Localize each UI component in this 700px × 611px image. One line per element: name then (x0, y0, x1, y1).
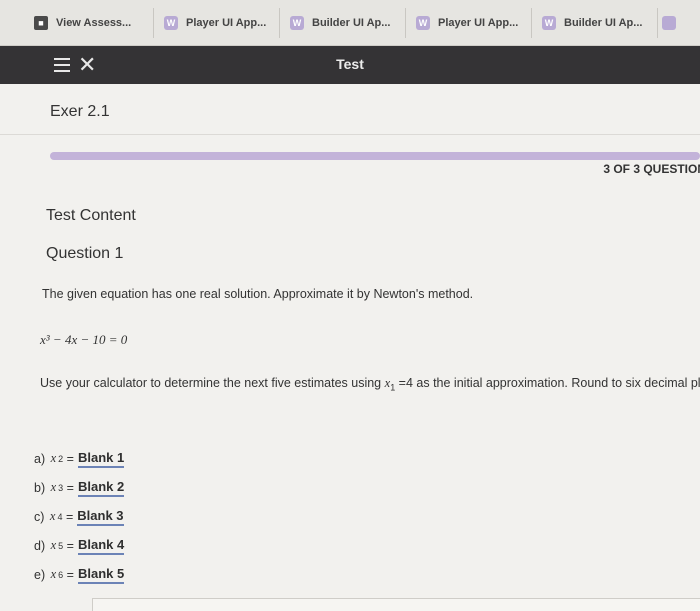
answer-eq: = (66, 538, 74, 553)
question-instruction: Use your calculator to determine the nex… (40, 369, 700, 402)
divider (0, 134, 700, 135)
question-counter: 3 OF 3 QUESTION (603, 162, 700, 176)
answer-subscript: 6 (58, 569, 64, 580)
progress-bar (50, 152, 700, 160)
w-icon: W (542, 15, 556, 30)
breadcrumb: Exer 2.1 (50, 103, 110, 120)
answer-letter: d) (34, 538, 46, 553)
tab-label: Player UI App... (438, 16, 519, 29)
tab-label: View Assess... (56, 16, 132, 29)
tab-label: Builder UI Ap... (564, 16, 643, 29)
w-icon[interactable] (662, 15, 676, 30)
instruction-text: Use your calculator to determine the nex… (40, 376, 385, 390)
answer-var: x (50, 451, 57, 465)
app-header: ✕ Test (0, 46, 700, 84)
tab-view-assessment[interactable]: ■ View Assess... (24, 7, 154, 38)
tab-label: Player UI App... (186, 16, 267, 29)
answer-letter: c) (34, 509, 45, 524)
answer-subscript: 2 (58, 453, 64, 464)
answer-subscript: 4 (57, 511, 63, 522)
answer-row: a) x2 = Blank 1 (34, 444, 125, 473)
w-icon: W (164, 15, 178, 30)
square-icon: ■ (34, 15, 48, 30)
browser-tab-strip: ■ View Assess... W Player UI App... W Bu… (0, 0, 700, 46)
answer-row: c) x4 = Blank 3 (34, 502, 124, 531)
question-title: Question 1 (46, 245, 124, 262)
blank-4-input[interactable]: Blank 4 (77, 537, 125, 555)
blank-3-input[interactable]: Blank 3 (77, 508, 124, 526)
blank-5-input[interactable]: Blank 5 (77, 566, 125, 584)
w-icon: W (290, 15, 304, 30)
next-question-panel (92, 598, 700, 611)
answer-list: a) x2 = Blank 1 b) x3 = Blank 2 c) x4 = Bla… (34, 444, 125, 589)
instruction-text-end: as the initial approximation. Round to s… (412, 376, 700, 390)
question-prompt: The given equation has one real solution… (42, 287, 474, 301)
answer-row: b) x3 = Blank 2 (34, 473, 125, 502)
answer-eq: = (65, 509, 74, 524)
answer-var: x (50, 480, 57, 494)
answer-letter: b) (34, 480, 46, 495)
answer-letter: a) (34, 451, 46, 466)
answer-row: d) x5 = Blank 4 (34, 531, 125, 560)
tab-label: Builder UI Ap... (312, 16, 391, 29)
equation-text: x³ − 4x − 10 = 0 (40, 332, 128, 347)
tab-builder-ui-app[interactable]: W Builder UI Ap... (280, 7, 406, 38)
instruction-eq: =4 (395, 376, 413, 390)
page-title: Test (336, 56, 364, 72)
answer-var: x (49, 509, 56, 523)
answer-eq: = (66, 451, 74, 466)
answer-row: e) x6 = Blank 5 (34, 560, 125, 589)
blank-1-input[interactable]: Blank 1 (77, 450, 125, 468)
tab-player-ui-app[interactable]: W Player UI App... (154, 7, 280, 38)
answer-subscript: 3 (58, 482, 64, 493)
answer-subscript: 5 (58, 540, 64, 551)
progress-fill (50, 152, 700, 160)
answer-var: x (50, 538, 57, 552)
answer-eq: = (66, 480, 74, 495)
section-title: Test Content (46, 207, 136, 224)
answer-letter: e) (34, 567, 46, 582)
tab-builder-ui-app-2[interactable]: W Builder UI Ap... (532, 7, 658, 38)
equation: x³ − 4x − 10 = 0 (40, 332, 127, 348)
w-icon: W (416, 15, 430, 30)
answer-var: x (50, 567, 57, 581)
answer-eq: = (66, 567, 74, 582)
tab-player-ui-app-2[interactable]: W Player UI App... (406, 7, 532, 38)
blank-2-input[interactable]: Blank 2 (77, 479, 125, 497)
